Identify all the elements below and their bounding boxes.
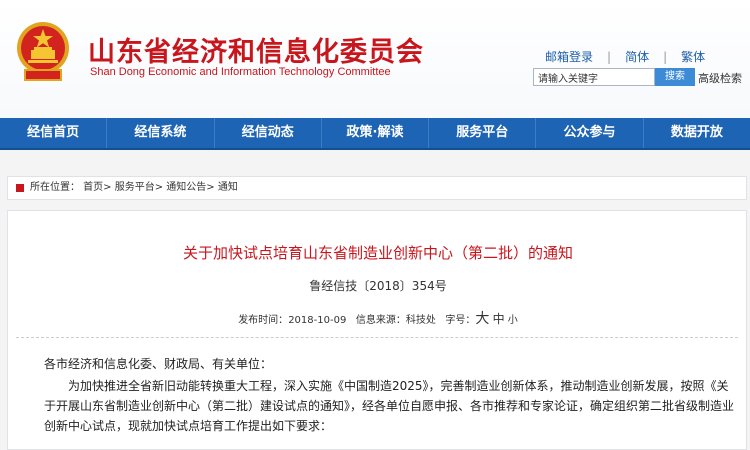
breadcrumb-text[interactable]: 所在位置： 首页> 服务平台> 通知公告> 通知 [30,177,238,199]
article-title: 关于加快试点培育山东省制造业创新中心（第二批）的通知 [182,244,573,262]
nav-news[interactable]: 经信动态 [213,118,321,148]
nav-policy[interactable]: 政策·解读 [320,118,428,148]
source-label: 信息来源： [355,315,406,326]
nav-public[interactable]: 公众参与 [535,118,642,148]
link-separator: | [663,50,668,64]
article-body: 为加快推进全省新旧动能转换重大工程，深入实施《中国制造2025》，完善制造业创新… [44,379,735,433]
advanced-search-link[interactable]: 高级检索 [698,70,742,86]
nav-system[interactable]: 经信系统 [106,118,213,148]
mail-login-link[interactable]: 邮箱登录 [545,48,593,65]
top-links: 邮箱登录 | 简体 | 繁体 [545,48,705,65]
divider [16,337,738,338]
simplified-link[interactable]: 简体 [625,48,649,65]
source-value: 科技处 [405,315,436,326]
font-size-medium-button[interactable]: 中 [493,312,505,326]
salutation: 各市经济和信息化委、财政局、有关单位： [44,357,273,371]
link-separator: | [607,50,612,64]
search-button[interactable]: 搜索 [655,68,695,86]
search-input[interactable] [533,68,655,86]
nav-home[interactable]: 经信首页 [0,118,106,148]
document-number: 鲁经信技〔2018〕354号 [309,279,447,293]
traditional-link[interactable]: 繁体 [681,48,705,65]
location-icon [16,184,24,192]
national-emblem-icon [17,22,69,81]
nav-service[interactable]: 服务平台 [428,118,535,148]
breadcrumb: 所在位置： 首页> 服务平台> 通知公告> 通知 [7,176,747,200]
nav-data[interactable]: 数据开放 [642,118,750,148]
site-title: 山东省经济和信息化委员会 [88,37,424,68]
fontsize-label: 字号： [445,315,476,326]
publish-label: 发布时间： [238,315,289,326]
main-nav: 经信首页 经信系统 经信动态 政策·解读 服务平台 公众参与 数据开放 [0,118,750,150]
article-panel: 关于加快试点培育山东省制造业创新中心（第二批）的通知 鲁经信技〔2018〕354… [7,210,747,450]
site-subtitle: Shan Dong Economic and Information Techn… [90,66,391,78]
article-meta: 发布时间：2018-10-09 信息来源：科技处 字号：大 中 小 [8,308,748,328]
font-size-large-button[interactable]: 大 [475,311,489,327]
publish-date: 2018-10-09 [288,315,347,326]
site-header: 山东省经济和信息化委员会 Shan Dong Economic and Info… [0,0,750,118]
font-size-small-button[interactable]: 小 [508,315,518,326]
